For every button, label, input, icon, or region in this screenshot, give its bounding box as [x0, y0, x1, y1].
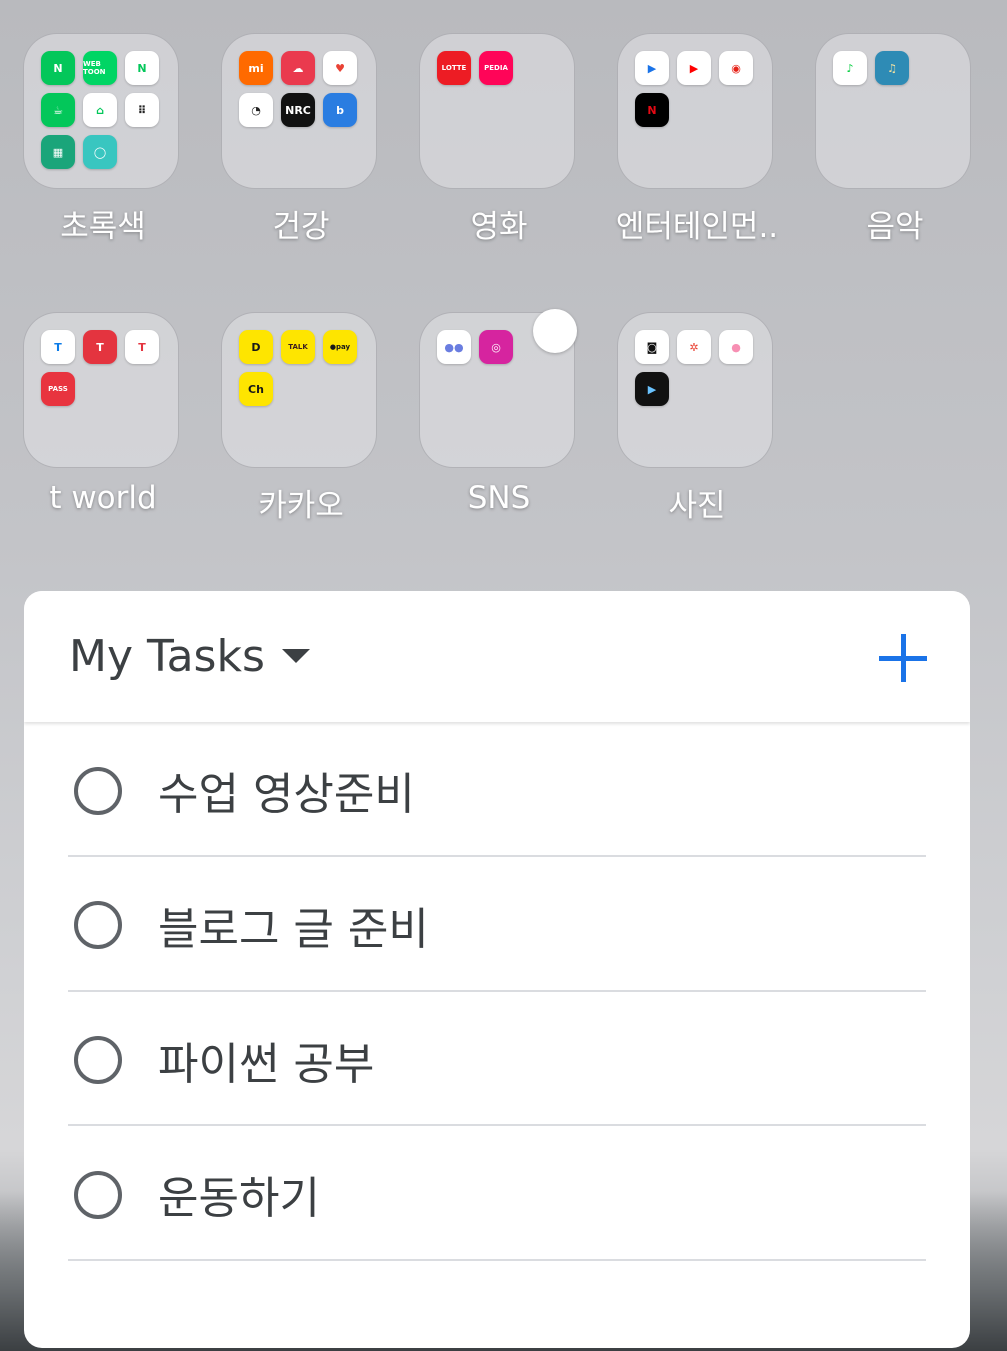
task-checkbox[interactable] [74, 767, 122, 815]
folder-label[interactable]: 초록색 [3, 201, 203, 246]
webtoon-icon: WEB TOON [83, 51, 117, 85]
youtube-music-icon: ◉ [719, 51, 753, 85]
youtube-icon: ▶ [677, 51, 711, 85]
kakaopay-icon: ●pay [323, 330, 357, 364]
chevron-down-icon[interactable] [282, 649, 310, 663]
task-checkbox[interactable] [74, 1171, 122, 1219]
naver-icon: N [41, 51, 75, 85]
t-world-icon: T [83, 330, 117, 364]
task-checkbox[interactable] [74, 901, 122, 949]
building-icon: ▦ [41, 135, 75, 169]
mi-fit-icon: mi [239, 51, 273, 85]
add-task-button[interactable] [876, 631, 930, 685]
real-estate-icon: ⌂ [83, 93, 117, 127]
kakaotalk-icon: TALK [281, 330, 315, 364]
task-label[interactable]: 수업 영상준비 [158, 758, 415, 822]
task-item[interactable]: 블로그 글 준비 [24, 857, 970, 992]
blue-fit-icon: b [323, 93, 357, 127]
folder-label[interactable]: 음악 [795, 201, 995, 246]
pass-icon: PASS [41, 372, 75, 406]
canon-camera-icon: ◙ [635, 330, 669, 364]
tuner-icon: ♫ [875, 51, 909, 85]
task-item[interactable]: 파이썬 공부 [24, 992, 970, 1127]
task-item[interactable]: 수업 영상준비 [24, 722, 970, 857]
video-player-icon: ▶ [635, 372, 669, 406]
task-list-title[interactable]: My Tasks [69, 631, 265, 682]
task-checkbox[interactable] [74, 1036, 122, 1084]
t-membership-icon: T [125, 330, 159, 364]
folder-label[interactable]: 사진 [597, 480, 797, 525]
play-store-icon: ▶ [635, 51, 669, 85]
notification-dot [533, 309, 577, 353]
widget-header: My Tasks [24, 591, 970, 722]
folder-label[interactable]: 엔터테인먼.. [597, 201, 797, 246]
melon-icon: ♪ [833, 51, 867, 85]
lotte-cinema-icon: LOTTE [437, 51, 471, 85]
folder-label[interactable]: 건강 [201, 201, 401, 246]
gradient-circle-icon: ● [719, 330, 753, 364]
folder-label[interactable]: 카카오 [201, 480, 401, 525]
circle-app-icon: ◯ [83, 135, 117, 169]
tasks-widget: My Tasks 수업 영상준비 블로그 글 준비 파이썬 공부 운동하기 [24, 591, 970, 1348]
watcha-pedia-icon: PEDIA [479, 51, 513, 85]
cafe-icon: ☕ [41, 93, 75, 127]
task-item[interactable]: 운동하기 [24, 1126, 970, 1261]
timer-icon: ◔ [239, 93, 273, 127]
folder-label[interactable]: SNS [399, 480, 599, 516]
instagram-icon: ◎ [479, 330, 513, 364]
folder-label[interactable]: 영화 [399, 201, 599, 246]
divider [68, 1259, 926, 1261]
task-label[interactable]: 블로그 글 준비 [158, 893, 429, 957]
netflix-icon: N [635, 93, 669, 127]
folder-label[interactable]: t world [3, 480, 203, 516]
sns-circles-icon: ●● [437, 330, 471, 364]
google-fit-icon: ♥ [323, 51, 357, 85]
kakao-channel-icon: Ch [239, 372, 273, 406]
task-label[interactable]: 파이썬 공부 [158, 1028, 374, 1092]
health-cloud-icon: ☁ [281, 51, 315, 85]
naver-map-icon: N [125, 51, 159, 85]
task-label[interactable]: 운동하기 [158, 1162, 320, 1226]
dots-app-icon: ⠿ [125, 93, 159, 127]
tmap-icon: T [41, 330, 75, 364]
google-photos-icon: ✲ [677, 330, 711, 364]
nike-run-club-icon: NRC [281, 93, 315, 127]
kakao-d-icon: D [239, 330, 273, 364]
